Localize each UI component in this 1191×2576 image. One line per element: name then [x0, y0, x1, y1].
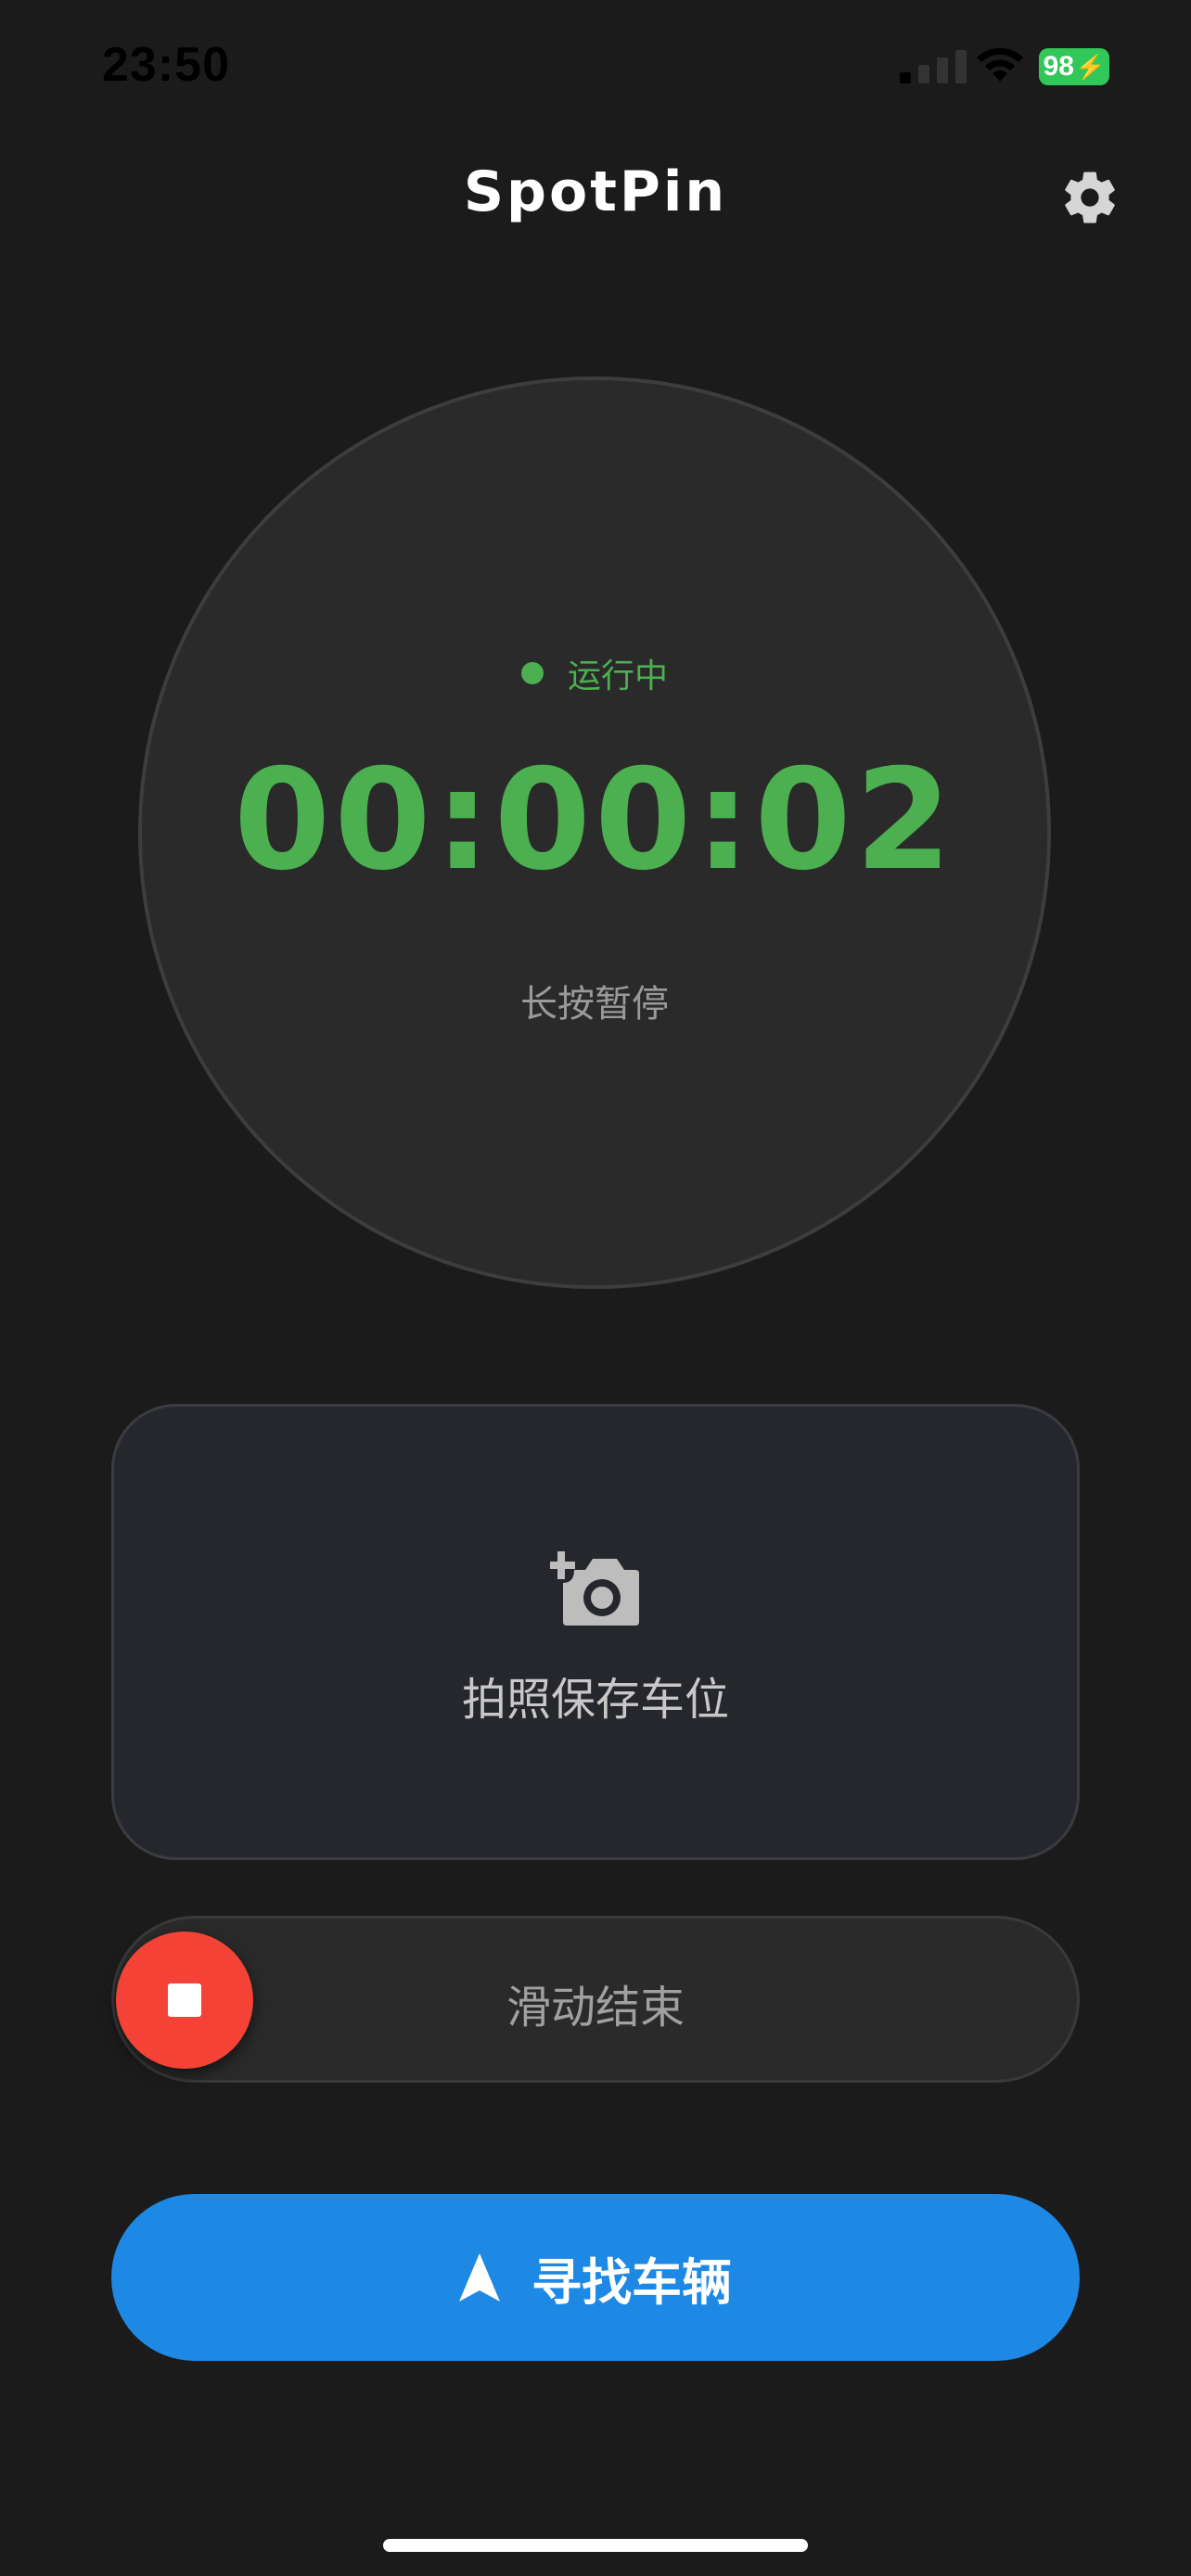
navigation-arrow-icon: [459, 2253, 500, 2302]
timer-circle[interactable]: 运行中 00:00:02 长按暂停: [138, 376, 1051, 1289]
elapsed-time: 00:00:02: [233, 740, 956, 901]
slide-to-end-label: 滑动结束: [506, 1982, 685, 2034]
take-photo-label: 拍照保存车位: [461, 1674, 729, 1726]
timer-status-label: 运行中: [567, 657, 668, 695]
wifi-icon: [977, 47, 1023, 82]
gear-icon[interactable]: [1059, 167, 1121, 228]
timer-status: 运行中: [142, 649, 1047, 697]
camera-add-icon: [550, 1551, 639, 1626]
status-time: 23:50: [102, 38, 230, 92]
battery-indicator: 98 ⚡: [1039, 48, 1109, 85]
stop-slider-handle[interactable]: [116, 1932, 253, 2069]
running-dot-icon: [520, 662, 544, 684]
app-title: SpotPin: [463, 159, 728, 224]
find-car-label: 寻找车辆: [531, 2252, 732, 2312]
take-photo-button[interactable]: 拍照保存车位: [111, 1404, 1080, 1860]
charging-bolt-icon: ⚡: [1075, 52, 1106, 81]
find-car-button[interactable]: 寻找车辆: [111, 2194, 1080, 2361]
home-indicator: [383, 2539, 808, 2552]
cellular-signal-icon: [900, 50, 967, 83]
battery-level: 98: [1043, 51, 1074, 82]
slide-to-end-track[interactable]: 滑动结束: [111, 1916, 1080, 2083]
stop-icon: [168, 1983, 201, 2017]
pause-hint: 长按暂停: [520, 983, 669, 1026]
status-bar: 23:50 98 ⚡: [0, 0, 1191, 130]
